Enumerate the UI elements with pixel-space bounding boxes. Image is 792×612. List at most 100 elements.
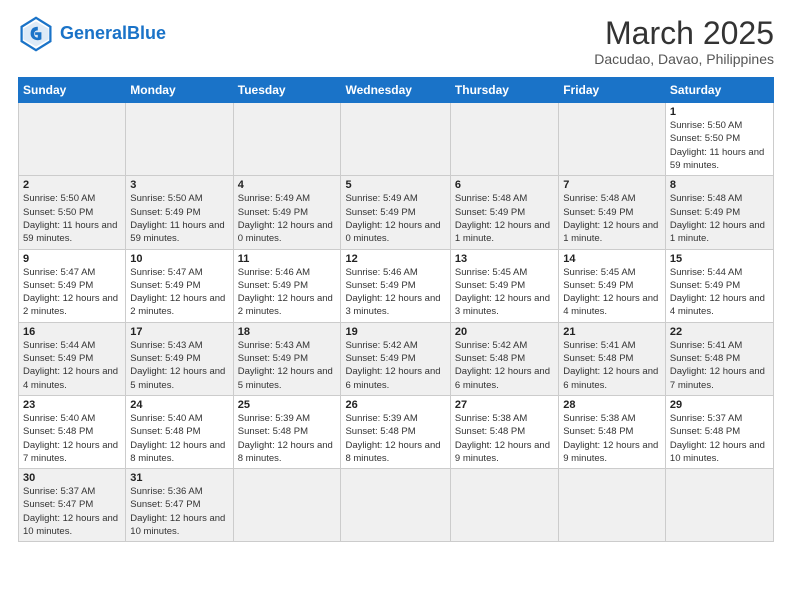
calendar-cell: 17Sunrise: 5:43 AM Sunset: 5:49 PM Dayli…: [126, 322, 233, 395]
day-number: 27: [455, 399, 554, 411]
calendar-cell: [665, 469, 773, 542]
calendar-cell: [126, 103, 233, 176]
day-info: Sunrise: 5:41 AM Sunset: 5:48 PM Dayligh…: [563, 339, 661, 392]
col-header-saturday: Saturday: [665, 78, 773, 103]
calendar-cell: [450, 469, 558, 542]
day-info: Sunrise: 5:49 AM Sunset: 5:49 PM Dayligh…: [238, 192, 337, 245]
day-number: 19: [345, 326, 445, 338]
day-info: Sunrise: 5:43 AM Sunset: 5:49 PM Dayligh…: [130, 339, 228, 392]
day-number: 3: [130, 179, 228, 191]
day-number: 2: [23, 179, 121, 191]
col-header-tuesday: Tuesday: [233, 78, 341, 103]
day-info: Sunrise: 5:45 AM Sunset: 5:49 PM Dayligh…: [455, 266, 554, 319]
day-info: Sunrise: 5:50 AM Sunset: 5:49 PM Dayligh…: [130, 192, 228, 245]
logo-text: GeneralBlue: [60, 24, 166, 44]
calendar-cell: [559, 469, 666, 542]
calendar-cell: [233, 103, 341, 176]
calendar-cell: 24Sunrise: 5:40 AM Sunset: 5:48 PM Dayli…: [126, 395, 233, 468]
month-title: March 2025: [594, 16, 774, 51]
day-number: 10: [130, 253, 228, 265]
calendar-cell: 14Sunrise: 5:45 AM Sunset: 5:49 PM Dayli…: [559, 249, 666, 322]
calendar-table: SundayMondayTuesdayWednesdayThursdayFrid…: [18, 77, 774, 542]
day-info: Sunrise: 5:46 AM Sunset: 5:49 PM Dayligh…: [238, 266, 337, 319]
calendar-week-6: 30Sunrise: 5:37 AM Sunset: 5:47 PM Dayli…: [19, 469, 774, 542]
day-number: 8: [670, 179, 769, 191]
day-number: 11: [238, 253, 337, 265]
col-header-wednesday: Wednesday: [341, 78, 450, 103]
day-info: Sunrise: 5:44 AM Sunset: 5:49 PM Dayligh…: [23, 339, 121, 392]
day-info: Sunrise: 5:40 AM Sunset: 5:48 PM Dayligh…: [130, 412, 228, 465]
calendar-cell: 19Sunrise: 5:42 AM Sunset: 5:49 PM Dayli…: [341, 322, 450, 395]
day-number: 23: [23, 399, 121, 411]
calendar-cell: 13Sunrise: 5:45 AM Sunset: 5:49 PM Dayli…: [450, 249, 558, 322]
day-info: Sunrise: 5:48 AM Sunset: 5:49 PM Dayligh…: [455, 192, 554, 245]
day-info: Sunrise: 5:38 AM Sunset: 5:48 PM Dayligh…: [563, 412, 661, 465]
calendar-cell: 29Sunrise: 5:37 AM Sunset: 5:48 PM Dayli…: [665, 395, 773, 468]
col-header-sunday: Sunday: [19, 78, 126, 103]
calendar-cell: 16Sunrise: 5:44 AM Sunset: 5:49 PM Dayli…: [19, 322, 126, 395]
calendar-cell: 1Sunrise: 5:50 AM Sunset: 5:50 PM Daylig…: [665, 103, 773, 176]
day-number: 14: [563, 253, 661, 265]
calendar-cell: 3Sunrise: 5:50 AM Sunset: 5:49 PM Daylig…: [126, 176, 233, 249]
day-info: Sunrise: 5:37 AM Sunset: 5:48 PM Dayligh…: [670, 412, 769, 465]
calendar-header-row: SundayMondayTuesdayWednesdayThursdayFrid…: [19, 78, 774, 103]
calendar-cell: 12Sunrise: 5:46 AM Sunset: 5:49 PM Dayli…: [341, 249, 450, 322]
day-number: 24: [130, 399, 228, 411]
day-number: 17: [130, 326, 228, 338]
calendar-cell: 4Sunrise: 5:49 AM Sunset: 5:49 PM Daylig…: [233, 176, 341, 249]
calendar-week-1: 1Sunrise: 5:50 AM Sunset: 5:50 PM Daylig…: [19, 103, 774, 176]
calendar-week-5: 23Sunrise: 5:40 AM Sunset: 5:48 PM Dayli…: [19, 395, 774, 468]
calendar-cell: 10Sunrise: 5:47 AM Sunset: 5:49 PM Dayli…: [126, 249, 233, 322]
calendar-cell: 18Sunrise: 5:43 AM Sunset: 5:49 PM Dayli…: [233, 322, 341, 395]
day-info: Sunrise: 5:39 AM Sunset: 5:48 PM Dayligh…: [345, 412, 445, 465]
calendar-cell: 6Sunrise: 5:48 AM Sunset: 5:49 PM Daylig…: [450, 176, 558, 249]
day-info: Sunrise: 5:50 AM Sunset: 5:50 PM Dayligh…: [670, 119, 769, 172]
day-number: 4: [238, 179, 337, 191]
day-number: 30: [23, 472, 121, 484]
day-number: 9: [23, 253, 121, 265]
calendar-cell: 7Sunrise: 5:48 AM Sunset: 5:49 PM Daylig…: [559, 176, 666, 249]
calendar-week-2: 2Sunrise: 5:50 AM Sunset: 5:50 PM Daylig…: [19, 176, 774, 249]
day-number: 1: [670, 106, 769, 118]
calendar-cell: 9Sunrise: 5:47 AM Sunset: 5:49 PM Daylig…: [19, 249, 126, 322]
day-number: 25: [238, 399, 337, 411]
title-block: March 2025 Dacudao, Davao, Philippines: [594, 16, 774, 67]
day-number: 28: [563, 399, 661, 411]
calendar-week-4: 16Sunrise: 5:44 AM Sunset: 5:49 PM Dayli…: [19, 322, 774, 395]
col-header-thursday: Thursday: [450, 78, 558, 103]
day-info: Sunrise: 5:45 AM Sunset: 5:49 PM Dayligh…: [563, 266, 661, 319]
day-number: 7: [563, 179, 661, 191]
day-info: Sunrise: 5:37 AM Sunset: 5:47 PM Dayligh…: [23, 485, 121, 538]
day-number: 21: [563, 326, 661, 338]
calendar-cell: 20Sunrise: 5:42 AM Sunset: 5:48 PM Dayli…: [450, 322, 558, 395]
calendar-cell: [341, 103, 450, 176]
day-info: Sunrise: 5:42 AM Sunset: 5:48 PM Dayligh…: [455, 339, 554, 392]
calendar-cell: 8Sunrise: 5:48 AM Sunset: 5:49 PM Daylig…: [665, 176, 773, 249]
calendar-cell: [559, 103, 666, 176]
calendar-cell: [19, 103, 126, 176]
calendar-cell: 11Sunrise: 5:46 AM Sunset: 5:49 PM Dayli…: [233, 249, 341, 322]
col-header-monday: Monday: [126, 78, 233, 103]
day-info: Sunrise: 5:46 AM Sunset: 5:49 PM Dayligh…: [345, 266, 445, 319]
calendar-cell: [341, 469, 450, 542]
day-number: 13: [455, 253, 554, 265]
day-info: Sunrise: 5:40 AM Sunset: 5:48 PM Dayligh…: [23, 412, 121, 465]
calendar-cell: 2Sunrise: 5:50 AM Sunset: 5:50 PM Daylig…: [19, 176, 126, 249]
calendar-cell: 15Sunrise: 5:44 AM Sunset: 5:49 PM Dayli…: [665, 249, 773, 322]
day-number: 26: [345, 399, 445, 411]
calendar-cell: [233, 469, 341, 542]
page: GeneralBlue March 2025 Dacudao, Davao, P…: [0, 0, 792, 612]
day-info: Sunrise: 5:38 AM Sunset: 5:48 PM Dayligh…: [455, 412, 554, 465]
day-info: Sunrise: 5:50 AM Sunset: 5:50 PM Dayligh…: [23, 192, 121, 245]
logo: GeneralBlue: [18, 16, 166, 52]
calendar-cell: 5Sunrise: 5:49 AM Sunset: 5:49 PM Daylig…: [341, 176, 450, 249]
generalblue-logo-icon: [18, 16, 54, 52]
day-info: Sunrise: 5:39 AM Sunset: 5:48 PM Dayligh…: [238, 412, 337, 465]
calendar-week-3: 9Sunrise: 5:47 AM Sunset: 5:49 PM Daylig…: [19, 249, 774, 322]
day-number: 20: [455, 326, 554, 338]
location: Dacudao, Davao, Philippines: [594, 51, 774, 67]
calendar-cell: 22Sunrise: 5:41 AM Sunset: 5:48 PM Dayli…: [665, 322, 773, 395]
day-number: 18: [238, 326, 337, 338]
day-number: 31: [130, 472, 228, 484]
day-info: Sunrise: 5:41 AM Sunset: 5:48 PM Dayligh…: [670, 339, 769, 392]
